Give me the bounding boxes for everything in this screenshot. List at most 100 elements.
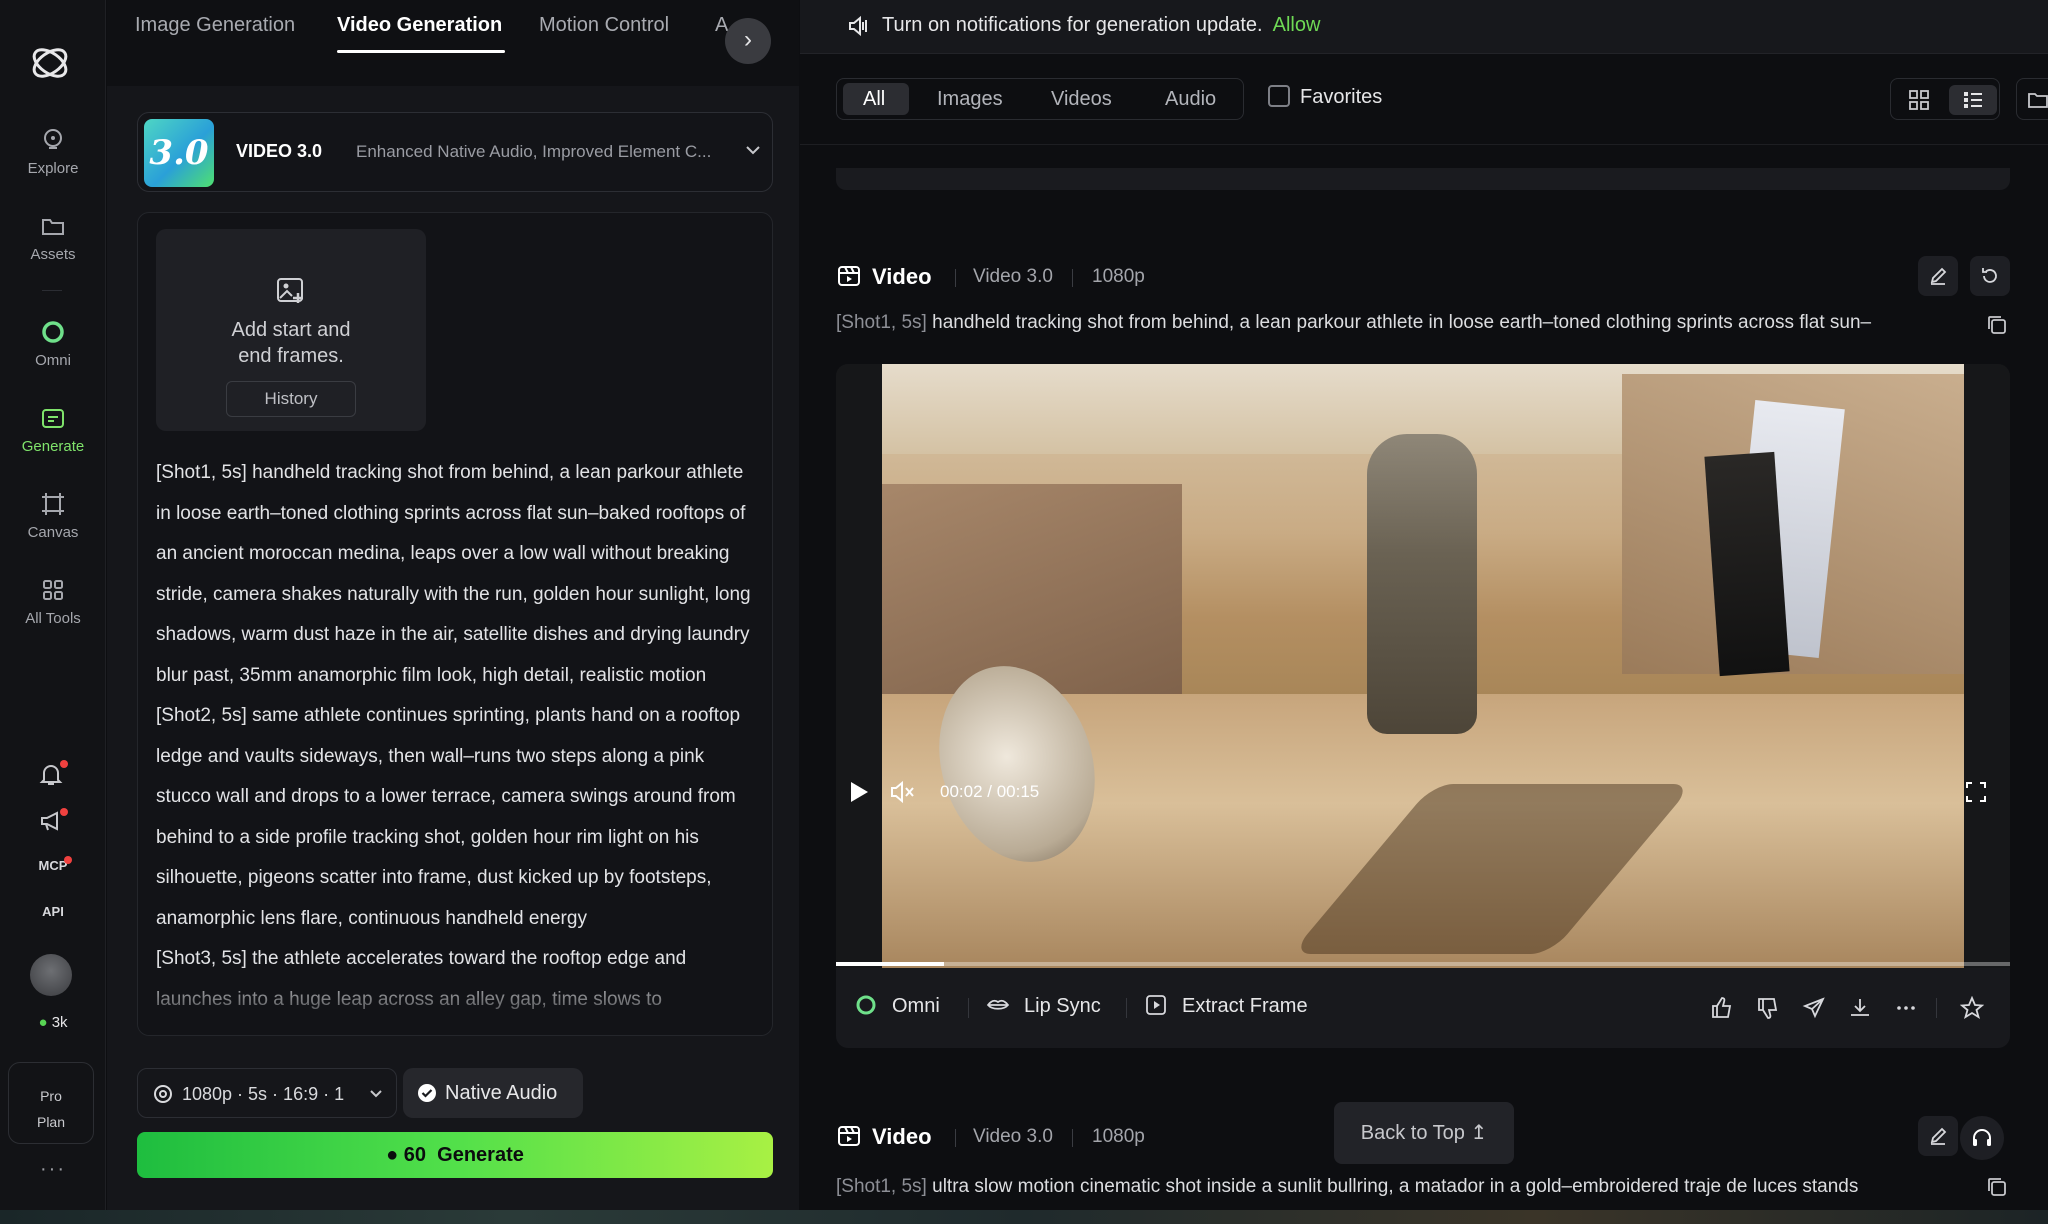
avatar[interactable] <box>30 954 72 996</box>
generate-label: Generate <box>437 1144 524 1166</box>
notification-dot <box>60 808 68 816</box>
video-time-total: 00:15 <box>996 782 1040 801</box>
rail-item-omni[interactable]: Omni <box>0 318 106 369</box>
video-icon <box>838 266 860 287</box>
list-view-button[interactable] <box>1949 85 1997 115</box>
canvas-icon <box>42 493 64 515</box>
pro-plan-button[interactable]: Pro Plan <box>8 1062 94 1144</box>
edit-button[interactable] <box>1918 1116 1958 1156</box>
prompt-text[interactable]: [Shot1, 5s] handheld tracking shot from … <box>156 453 756 1020</box>
folder-button[interactable] <box>2016 78 2048 120</box>
rail-item-explore[interactable]: Explore <box>0 126 106 177</box>
regenerate-button[interactable] <box>1970 256 2010 296</box>
tabs-next-button[interactable]: › <box>725 18 771 64</box>
app-logo-icon[interactable] <box>27 40 73 86</box>
back-to-top-button[interactable]: Back to Top ↥ <box>1334 1102 1514 1164</box>
video-settings-value: 1080p · 5s · 16:9 · 1 <box>182 1084 345 1104</box>
generate-icon <box>42 409 64 428</box>
action-divider <box>1936 998 1937 1018</box>
check-circle-icon <box>418 1084 436 1102</box>
rail-item-canvas[interactable]: Canvas <box>0 490 106 541</box>
extract-frame-button[interactable]: Extract Frame <box>1144 994 1308 1018</box>
video-frame <box>882 364 1964 968</box>
favorites-checkbox[interactable]: Favorites <box>1268 85 1382 109</box>
folder-icon <box>42 219 64 235</box>
nav-rail: Explore Assets Omni Generate Canvas All … <box>0 0 106 1224</box>
lips-icon <box>986 999 1010 1010</box>
lip-sync-label: Lip Sync <box>1024 995 1101 1017</box>
extract-frame-label: Extract Frame <box>1182 995 1308 1017</box>
video-settings-dropdown[interactable]: 1080p · 5s · 16:9 · 1 <box>137 1068 397 1118</box>
support-button[interactable] <box>1960 1116 2004 1160</box>
play-icon[interactable] <box>848 780 870 804</box>
tab-image-generation[interactable]: Image Generation <box>135 14 295 37</box>
more-icon[interactable] <box>1894 996 1918 1020</box>
rail-item-assets[interactable]: Assets <box>0 212 106 263</box>
muted-speaker-icon[interactable] <box>890 780 916 804</box>
fullscreen-icon[interactable] <box>1964 780 1988 804</box>
rail-item-label: Explore <box>27 160 79 177</box>
result-title-text: Video <box>872 264 932 289</box>
result-title-text: Video <box>872 1124 932 1149</box>
omni-ring-icon <box>42 321 64 343</box>
rail-item-all-tools[interactable]: All Tools <box>0 576 106 627</box>
omni-action-label: Omni <box>892 995 940 1017</box>
prompt-shot-1: [Shot1, 5s] handheld tracking shot from … <box>156 462 751 686</box>
download-icon[interactable] <box>1848 996 1872 1020</box>
previous-result-card <box>836 168 2010 190</box>
notification-banner: Turn on notifications for generation upd… <box>800 0 2048 54</box>
copy-icon[interactable] <box>1986 1176 2008 1198</box>
star-icon[interactable] <box>1960 996 1984 1020</box>
result-prompt-tag: [Shot1, 5s] <box>836 1176 927 1197</box>
result-title: Video <box>836 1124 932 1150</box>
rail-item-label: All Tools <box>25 610 81 627</box>
model-selector[interactable]: 3.0 VIDEO 3.0 Enhanced Native Audio, Imp… <box>137 112 773 192</box>
history-button[interactable]: History <box>226 381 356 417</box>
filter-audio[interactable]: Audio <box>1165 88 1216 111</box>
back-to-top-label: Back to Top <box>1360 1122 1465 1144</box>
generate-cost: 60 <box>403 1144 427 1166</box>
pencil-icon <box>1930 267 1947 285</box>
video-progress-fill <box>836 962 944 966</box>
pencil-icon <box>1930 1127 1947 1145</box>
meta-divider <box>955 1129 956 1147</box>
more-icon[interactable]: ··· <box>0 1158 106 1181</box>
video-progress-bar[interactable] <box>836 962 2010 966</box>
mcp-link[interactable]: MCP <box>0 858 106 873</box>
flame-icon: ● <box>386 1144 399 1166</box>
settings-icon <box>154 1085 172 1103</box>
generation-panel: Image Generation Video Generation Motion… <box>107 0 799 1224</box>
generate-button[interactable]: ● 60 Generate <box>137 1132 773 1178</box>
model-description: Enhanced Native Audio, Improved Element … <box>356 142 712 161</box>
native-audio-toggle[interactable]: Native Audio <box>403 1068 583 1118</box>
result-model: Video 3.0 <box>973 266 1053 287</box>
filter-images[interactable]: Images <box>937 88 1003 111</box>
rail-divider <box>42 290 62 291</box>
arrow-up-icon: ↥ <box>1470 1122 1488 1144</box>
allow-notifications-link[interactable]: Allow <box>1273 14 1321 36</box>
meta-divider <box>1072 269 1073 287</box>
rail-item-generate[interactable]: Generate <box>0 404 106 455</box>
folder-icon <box>2028 93 2048 108</box>
chevron-down-icon <box>370 1090 382 1098</box>
grid-view-button[interactable] <box>1895 85 1943 115</box>
omni-action-button[interactable]: Omni <box>854 995 940 1018</box>
share-icon[interactable] <box>1802 996 1826 1020</box>
video-player[interactable]: 00:02 / 00:15 <box>836 364 2010 968</box>
results-area: Turn on notifications for generation upd… <box>800 0 2048 1224</box>
tab-video-generation[interactable]: Video Generation <box>337 14 502 37</box>
edit-button[interactable] <box>1918 256 1958 296</box>
lip-sync-button[interactable]: Lip Sync <box>986 995 1101 1018</box>
tab-motion-control[interactable]: Motion Control <box>539 14 669 37</box>
credits-balance[interactable]: ● 3k <box>0 1014 106 1031</box>
filter-all[interactable]: All <box>863 88 885 111</box>
filter-videos[interactable]: Videos <box>1051 88 1112 111</box>
api-link[interactable]: API <box>0 904 106 919</box>
thumbs-down-icon[interactable] <box>1756 996 1780 1020</box>
action-divider <box>968 998 969 1018</box>
speaker-icon <box>849 15 867 37</box>
copy-icon[interactable] <box>1986 314 2008 336</box>
prompt-editor[interactable]: Add start and end frames. History [Shot1… <box>137 212 773 1036</box>
thumbs-up-icon[interactable] <box>1710 996 1734 1020</box>
add-frames-button[interactable]: Add start and end frames. History <box>156 229 426 431</box>
